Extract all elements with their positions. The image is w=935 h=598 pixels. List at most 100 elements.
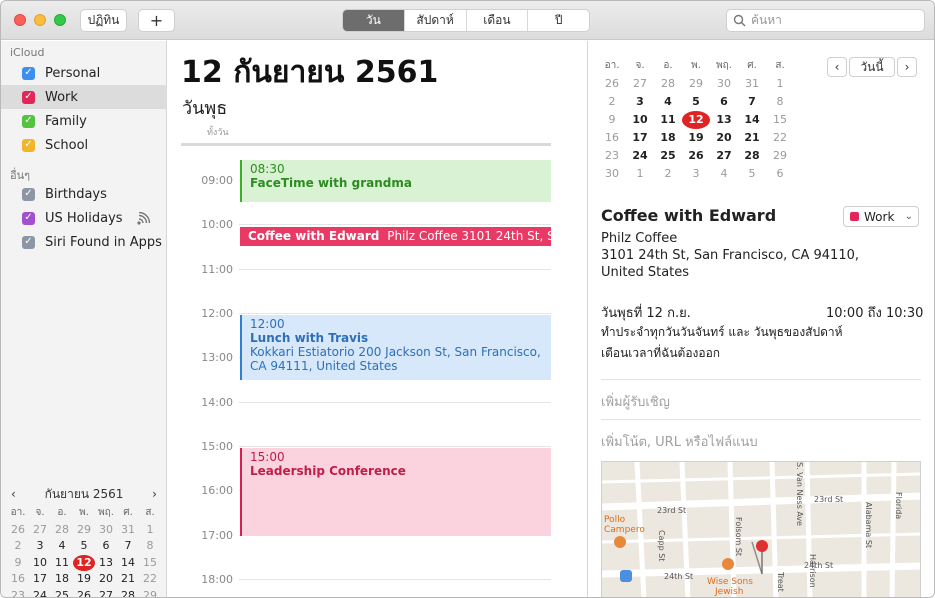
mini-calendar-day[interactable]: 9 — [598, 111, 626, 129]
mini-calendar-day[interactable]: 3 — [29, 538, 51, 555]
mini-calendar-day[interactable]: 4 — [51, 538, 73, 555]
event-leadership-conference[interactable]: 15:00 Leadership Conference — [240, 448, 551, 536]
chevron-left-icon[interactable]: ‹ — [11, 487, 16, 501]
calendars-button[interactable]: ปฏิทิน — [80, 9, 127, 32]
mini-calendar-day[interactable]: 22 — [139, 571, 161, 588]
mini-calendar-day[interactable]: 3 — [626, 93, 654, 111]
calendar-item-birthdays[interactable]: ✓ Birthdays — [1, 182, 167, 206]
calendar-item-siri-found[interactable]: ✓ Siri Found in Apps — [1, 230, 167, 254]
mini-calendar-day[interactable]: 28 — [117, 588, 139, 598]
inspector-event-title[interactable]: Coffee with Edward — [601, 206, 776, 225]
today-button[interactable]: วันนี้ — [849, 57, 895, 77]
mini-calendar-day[interactable]: 20 — [95, 571, 117, 588]
mini-calendar-day[interactable]: 15 — [139, 555, 161, 572]
mini-calendar-day[interactable]: 6 — [710, 93, 738, 111]
mini-calendar-day[interactable]: 1 — [139, 522, 161, 539]
checkbox-birthdays[interactable]: ✓ — [22, 187, 35, 201]
mini-calendar-day[interactable]: 10 — [29, 555, 51, 572]
calendar-picker[interactable]: Work ⌄ — [843, 206, 919, 227]
event-alert[interactable]: เตือนเวลาที่ฉันต้องออก — [601, 344, 720, 363]
mini-calendar-day[interactable]: 25 — [51, 588, 73, 598]
mini-calendar-day[interactable]: 17 — [29, 571, 51, 588]
mini-calendar-day[interactable]: 29 — [139, 588, 161, 598]
mini-calendar-day[interactable]: 18 — [51, 571, 73, 588]
mini-calendar-day[interactable]: 30 — [710, 75, 738, 93]
mini-calendar-day[interactable]: 28 — [51, 522, 73, 539]
zoom-window-button[interactable] — [54, 14, 66, 26]
mini-calendar-day[interactable]: 16 — [598, 129, 626, 147]
add-event-button[interactable]: + — [138, 9, 175, 32]
tab-year[interactable]: ปี — [527, 10, 589, 31]
checkbox-work[interactable]: ✓ — [22, 90, 35, 104]
mini-calendar-day[interactable]: 3 — [682, 165, 710, 183]
mini-calendar-day[interactable]: 27 — [710, 147, 738, 165]
mini-calendar-day[interactable]: 4 — [710, 165, 738, 183]
mini-calendar-day[interactable]: 27 — [95, 588, 117, 598]
mini-calendar-day[interactable]: 11 — [654, 111, 682, 129]
calendar-item-personal[interactable]: ✓ Personal — [1, 61, 167, 85]
mini-calendar-day[interactable]: 6 — [766, 165, 794, 183]
mini-calendar-day[interactable]: 1 — [626, 165, 654, 183]
mini-calendar-day[interactable]: 6 — [95, 538, 117, 555]
mini-calendar-day[interactable]: 18 — [654, 129, 682, 147]
mini-calendar-day[interactable]: 5 — [682, 93, 710, 111]
mini-calendar-day[interactable]: 8 — [139, 538, 161, 555]
mini-calendar-day[interactable]: 20 — [710, 129, 738, 147]
calendar-item-us-holidays[interactable]: ✓ US Holidays — [1, 206, 167, 230]
mini-calendar-day[interactable]: 28 — [738, 147, 766, 165]
mini-calendar-day[interactable]: 23 — [7, 588, 29, 598]
prev-day-button[interactable]: ‹ — [827, 57, 847, 77]
add-notes-field[interactable]: เพิ่มโน้ต, URL หรือไฟล์แนบ — [601, 431, 758, 452]
mini-calendar-day[interactable]: 27 — [29, 522, 51, 539]
mini-calendar-day[interactable]: 22 — [766, 129, 794, 147]
calendar-item-school[interactable]: ✓ School — [1, 133, 167, 157]
event-time-range[interactable]: 10:00 ถึง 10:30 — [826, 302, 923, 323]
checkbox-siri-found[interactable]: ✓ — [22, 235, 35, 249]
mini-calendar-day[interactable]: 7 — [117, 538, 139, 555]
mini-calendar-day[interactable]: 26 — [682, 147, 710, 165]
mini-calendar-day[interactable]: 11 — [51, 555, 73, 572]
mini-calendar-today[interactable]: 12 — [682, 111, 710, 129]
checkbox-family[interactable]: ✓ — [22, 114, 35, 128]
calendar-item-work[interactable]: ✓ Work — [1, 85, 167, 109]
mini-calendar-day[interactable]: 13 — [710, 111, 738, 129]
mini-calendar-day[interactable]: 10 — [626, 111, 654, 129]
mini-calendar-day[interactable]: 7 — [738, 93, 766, 111]
tab-month[interactable]: เดือน — [465, 10, 528, 31]
minimize-window-button[interactable] — [34, 14, 46, 26]
mini-calendar-day[interactable]: 2 — [598, 93, 626, 111]
close-window-button[interactable] — [14, 14, 26, 26]
mini-calendar-day[interactable]: 19 — [682, 129, 710, 147]
mini-calendar-day[interactable]: 14 — [117, 555, 139, 572]
mini-calendar-day[interactable]: 14 — [738, 111, 766, 129]
mini-calendar-day[interactable]: 29 — [766, 147, 794, 165]
mini-calendar-day[interactable]: 21 — [117, 571, 139, 588]
mini-calendar-day[interactable]: 26 — [73, 588, 95, 598]
event-facetime-grandma[interactable]: 08:30 FaceTime with grandma — [240, 160, 551, 202]
mini-calendar-day[interactable]: 24 — [29, 588, 51, 598]
tab-day[interactable]: วัน — [343, 10, 404, 31]
mini-calendar-day[interactable]: 9 — [7, 555, 29, 572]
tab-week[interactable]: สัปดาห์ — [403, 10, 466, 31]
event-date[interactable]: วันพุธที่ 12 ก.ย. — [601, 302, 691, 323]
event-coffee-edward[interactable]: Coffee with Edward Philz Coffee 3101 24t… — [240, 227, 551, 246]
mini-calendar-day[interactable]: 31 — [738, 75, 766, 93]
mini-calendar-day[interactable]: 2 — [654, 165, 682, 183]
mini-calendar-day[interactable]: 8 — [766, 93, 794, 111]
mini-calendar-day[interactable]: 5 — [73, 538, 95, 555]
event-lunch-travis[interactable]: 12:00 Lunch with Travis Kokkari Estiator… — [240, 315, 551, 380]
add-invitees-field[interactable]: เพิ่มผู้รับเชิญ — [601, 391, 670, 412]
location-map[interactable]: Pollo Campero 23rd St 23rd St 24th St 24… — [601, 461, 921, 597]
mini-calendar-day[interactable]: 13 — [95, 555, 117, 572]
checkbox-us-holidays[interactable]: ✓ — [22, 211, 35, 225]
mini-calendar-day[interactable]: 26 — [7, 522, 29, 539]
chevron-right-icon[interactable]: › — [152, 487, 157, 501]
mini-calendar-day[interactable]: 23 — [598, 147, 626, 165]
mini-calendar-today[interactable]: 12 — [73, 554, 95, 571]
mini-calendar-day[interactable]: 1 — [766, 75, 794, 93]
mini-calendar-day[interactable]: 19 — [73, 571, 95, 588]
mini-calendar-day[interactable]: 30 — [598, 165, 626, 183]
event-location-block[interactable]: Philz Coffee 3101 24th St, San Francisco… — [601, 230, 859, 281]
mini-calendar-day[interactable]: 29 — [73, 522, 95, 539]
mini-calendar-day[interactable]: 24 — [626, 147, 654, 165]
